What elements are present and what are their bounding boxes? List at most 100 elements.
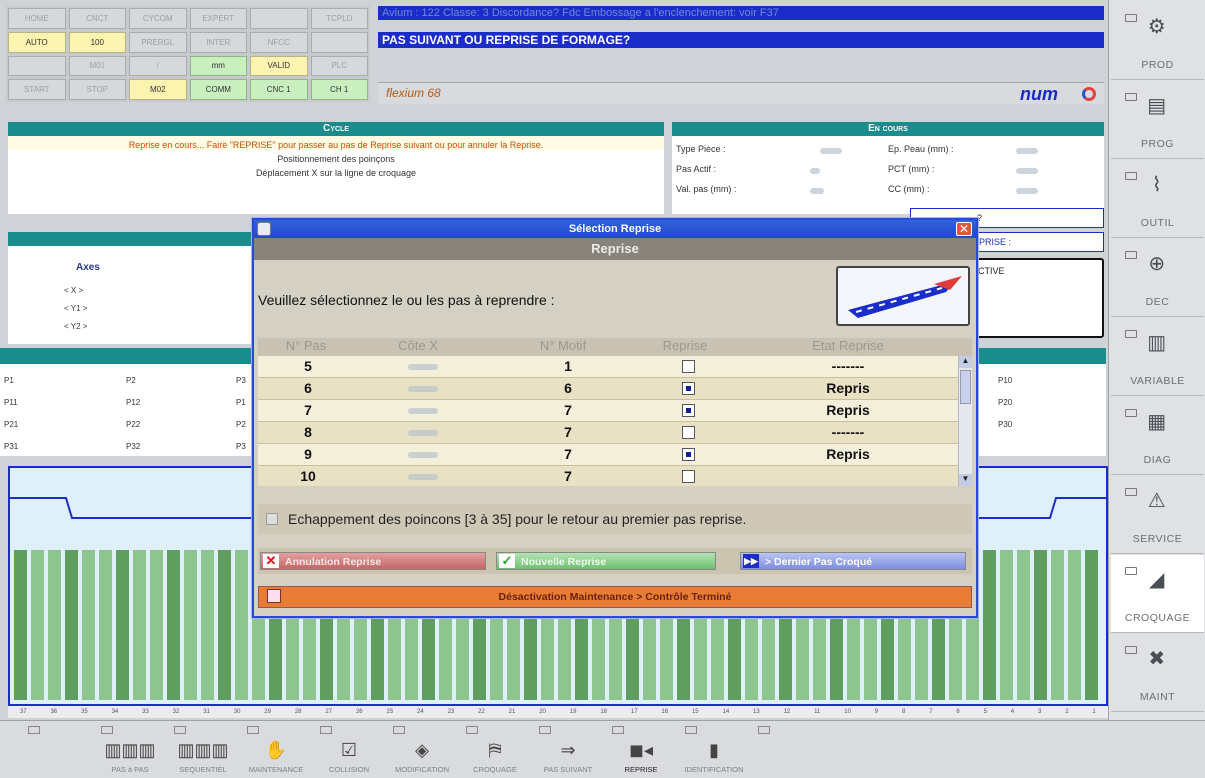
bottom-reprise-button[interactable]: ◼◂ REPRISE (604, 724, 678, 776)
menu-prog-button[interactable]: ▤ PROG (1111, 81, 1204, 159)
axis-x: < X > (64, 286, 84, 295)
bottom-croquage-button[interactable]: ⛿ CROQUAGE (458, 724, 532, 776)
annulation-reprise-button[interactable]: ✕ Annulation Reprise (260, 552, 486, 570)
scale-tick: 37 (19, 709, 27, 715)
punch-bar (133, 550, 146, 700)
bottom-maintenance-button[interactable]: ✋ MAINTENANCE (239, 724, 313, 776)
echappement-row: Echappement des poincons [3 à 35] pour l… (258, 504, 972, 534)
cycle-line-1: Positionnement des poinçons (277, 154, 395, 164)
p-label: P1 (4, 376, 14, 385)
next-step-icon: ⇒ (560, 740, 576, 760)
cell-n-motif: 1 (564, 358, 572, 374)
bottom-empty-softkey[interactable] (750, 724, 824, 776)
table-row[interactable]: 5 1 ------- (258, 356, 958, 378)
menu-label: PROD (1141, 59, 1174, 71)
bottom-modification-button[interactable]: ◈ MODIFICATION (385, 724, 459, 776)
menu-maint-button[interactable]: ✖ MAINT (1111, 634, 1204, 712)
echappement-checkbox[interactable] (266, 513, 278, 525)
cycle-header: Cycle (8, 122, 664, 136)
scale-tick: 19 (569, 709, 577, 715)
status-indicator: START (8, 79, 66, 100)
scale-tick: 35 (81, 709, 88, 715)
axis-y1: < Y1 > (64, 304, 88, 313)
table-row[interactable]: 10 7 (258, 466, 958, 486)
en-cours-panel: En cours Type Pièce : Ep. Peau (mm) : Pa… (672, 122, 1104, 214)
cell-n-pas: 10 (300, 468, 316, 484)
scale-tick: 2 (1065, 709, 1069, 715)
val-pas-label: Val. pas (mm) : (676, 184, 737, 194)
punch-bar (1000, 550, 1013, 700)
table-row[interactable]: 7 7 Repris (258, 400, 958, 422)
bottom-pas-pas-button[interactable]: ▥▥▥ PAS à PAS (93, 724, 167, 776)
scroll-up-icon[interactable]: ▲ (959, 356, 972, 368)
modify-icon: ◈ (415, 740, 429, 760)
status-indicator: mm (189, 55, 247, 77)
status-indicator: HOME (8, 8, 66, 29)
table-scrollbar[interactable]: ▲ ▼ (958, 356, 972, 486)
scroll-down-icon[interactable]: ▼ (959, 474, 972, 486)
menu-label: CROQUAGE (1124, 612, 1191, 624)
menu-croquage-button[interactable]: ◢ CROQUAGE (1111, 555, 1204, 633)
reprise-checkbox[interactable] (682, 360, 695, 373)
scale-tick: 23 (447, 709, 455, 715)
nouvelle-reprise-button[interactable]: ✓ Nouvelle Reprise (496, 552, 716, 570)
punch-bar (31, 550, 44, 700)
desactivation-maintenance-button[interactable]: Désactivation Maintenance > Contrôle Ter… (258, 586, 972, 608)
punch-bar (1068, 550, 1081, 700)
punch-bar (150, 550, 163, 700)
table-row[interactable]: 6 6 Repris (258, 378, 958, 400)
cell-n-motif: 7 (564, 424, 572, 440)
dernier-pas-croque-button[interactable]: ▶▶ > Dernier Pas Croqué (740, 552, 966, 570)
table-row[interactable]: 9 7 Repris (258, 444, 958, 466)
status-indicator: EXPERT (189, 8, 247, 29)
menu-diag-button[interactable]: ▦ DIAG (1111, 397, 1204, 475)
reprise-checkbox[interactable] (682, 448, 695, 461)
bottom-collision-button[interactable]: ☑ COLLISION (312, 724, 386, 776)
menu-label: DEC (1145, 296, 1170, 308)
reprise-checkbox[interactable] (682, 382, 695, 395)
program-icon: ▤ (1147, 95, 1167, 117)
bottom-identification-button[interactable]: ▮ IDENTIFICATION (677, 724, 751, 776)
menu-service-button[interactable]: ⚠ SERVICE (1111, 476, 1204, 554)
gears-icon: ⚙ (1147, 16, 1167, 38)
cell-n-pas: 6 (304, 380, 312, 396)
scale-tick: 6 (956, 709, 960, 715)
reprise-checkbox[interactable] (682, 470, 695, 483)
table-row[interactable]: 8 7 ------- (258, 422, 958, 444)
bottom-pas-suivant-button[interactable]: ⇒ PAS SUIVANT (531, 724, 605, 776)
menu-dec-button[interactable]: ⊕ DEC (1111, 239, 1204, 317)
scale-tick: 33 (142, 709, 149, 715)
reprise-checkbox[interactable] (682, 426, 695, 439)
cycle-warning: Reprise en cours... Faire "REPRISE" pour… (8, 136, 664, 150)
bottom-menu-label: PAS SUIVANT (543, 765, 593, 774)
close-icon[interactable]: ✕ (956, 222, 972, 236)
scale-tick: 4 (1010, 709, 1015, 715)
scroll-thumb[interactable] (960, 370, 971, 404)
reprise-checkbox[interactable] (682, 404, 695, 417)
status-indicator: M02 (129, 79, 187, 100)
punch-bar (99, 550, 112, 700)
status-indicator: / (129, 55, 187, 77)
bottom-menu-label: SEQUENTIEL (179, 765, 227, 774)
bottom-empty-softkey[interactable] (20, 724, 94, 776)
nouvelle-reprise-label: Nouvelle Reprise (521, 556, 607, 568)
softkey-tag (1125, 172, 1137, 180)
scale-tick: 14 (722, 709, 730, 715)
p-label: P30 (998, 420, 1013, 429)
scale-tick: 8 (901, 709, 906, 715)
menu-label: SERVICE (1132, 533, 1183, 545)
punch-bar (1051, 550, 1064, 700)
softkey-tag (758, 726, 770, 734)
p-label: P32 (126, 442, 141, 451)
menu-outil-button[interactable]: ⌇ OUTIL (1111, 160, 1204, 238)
bottom-menu-label: CROQUAGE (473, 765, 517, 774)
bottom-sequentiel-button[interactable]: ▥▥▥ SEQUENTIEL (166, 724, 240, 776)
scale-tick: 9 (874, 709, 879, 715)
punch-bar (116, 550, 129, 700)
maintenance-icon: ✖ (1148, 648, 1166, 670)
menu-prod-button[interactable]: ⚙ PROD (1111, 2, 1204, 80)
menu-variable-button[interactable]: ▥ VARIABLE (1111, 318, 1204, 396)
bottom-menu-label: PAS à PAS (111, 765, 149, 774)
softkey-tag (1125, 488, 1137, 496)
status-indicator: VALID (250, 55, 308, 77)
